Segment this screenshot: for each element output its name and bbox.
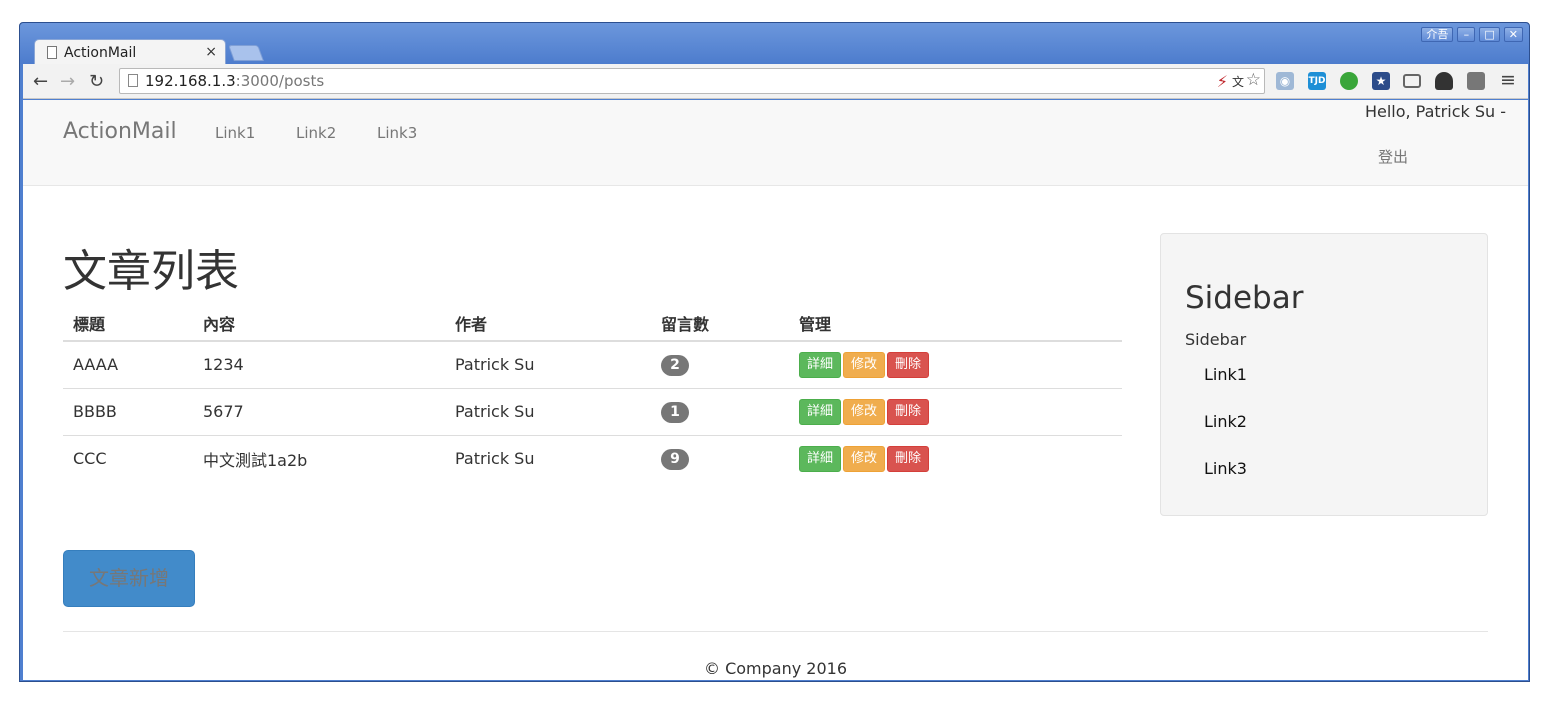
ime-indicator[interactable]: 介吾 <box>1421 27 1454 42</box>
minimize-button[interactable]: – <box>1457 27 1476 42</box>
column-header-content: 內容 <box>193 305 445 342</box>
browser-tab[interactable]: ActionMail × <box>34 39 226 65</box>
post-title: BBBB <box>63 388 193 436</box>
reload-icon[interactable]: ↻ <box>89 71 104 92</box>
post-title: AAAA <box>63 341 193 389</box>
edit-button[interactable]: 修改 <box>843 445 886 472</box>
detail-button[interactable]: 詳細 <box>799 398 842 425</box>
actions-cell: 詳細 修改 刪除 <box>789 388 1122 436</box>
evernote-icon[interactable] <box>1340 72 1358 90</box>
browser-window: ActionMail × 介吾 – □ ✕ ← → ↻ 192.168.1.3:… <box>19 22 1530 682</box>
delete-button[interactable]: 刪除 <box>887 445 930 472</box>
cast-icon[interactable] <box>1403 74 1421 88</box>
tab-title: ActionMail <box>64 45 137 61</box>
maximize-button[interactable]: □ <box>1479 27 1500 42</box>
extension-icon[interactable] <box>1467 72 1485 90</box>
logout-link[interactable]: 登出 <box>1378 146 1408 167</box>
sidebar-link-2[interactable]: Link2 <box>1204 412 1247 431</box>
translate-icon[interactable]: 文 <box>1232 73 1244 90</box>
post-title: CCC <box>73 449 107 469</box>
close-window-button[interactable]: ✕ <box>1503 27 1523 42</box>
detail-button[interactable]: 詳細 <box>799 445 842 472</box>
sidebar-panel: Sidebar Sidebar Link1 Link2 Link3 <box>1160 233 1488 516</box>
rails-icon[interactable]: ⚡ <box>1217 72 1228 91</box>
page-icon <box>47 46 57 59</box>
sidebar-link-1[interactable]: Link1 <box>1204 365 1247 384</box>
column-header-manage: 管理 <box>789 305 1122 342</box>
sidebar-subtitle: Sidebar <box>1185 330 1247 349</box>
table-row: AAAA 1234 Patrick Su 2 詳細 修改 刪除 <box>63 341 1122 389</box>
post-author: Patrick Su <box>455 449 535 469</box>
comment-count-badge: 9 <box>661 448 689 470</box>
actions-cell: 詳細 修改 刪除 <box>789 341 1122 389</box>
bookmark-star-icon[interactable]: ★ <box>1372 72 1390 90</box>
table-row: CCC 中文測試1a2b Patrick Su 9 詳細 修改 刪除 <box>63 435 1122 482</box>
close-tab-icon[interactable]: × <box>205 44 217 60</box>
title-bar: ActionMail × 介吾 – □ ✕ <box>20 23 1529 65</box>
forward-arrow-icon[interactable]: → <box>60 71 75 92</box>
tjd-extension-icon[interactable]: TJD <box>1308 72 1326 90</box>
footer-text: © Company 2016 <box>703 659 847 678</box>
url-host: 192.168.1.3 <box>145 72 236 90</box>
column-header-title: 標題 <box>63 305 193 342</box>
comment-count-badge: 2 <box>661 354 689 376</box>
window-controls: 介吾 – □ ✕ <box>1421 27 1523 42</box>
nav-link-3[interactable]: Link3 <box>377 124 417 142</box>
delete-button[interactable]: 刪除 <box>887 351 930 378</box>
url-text: 192.168.1.3:3000/posts <box>145 72 324 90</box>
sidebar-link-3[interactable]: Link3 <box>1204 459 1247 478</box>
greeting-text: Hello, Patrick Su - <box>1364 102 1506 121</box>
new-post-button[interactable]: 文章新增 <box>63 550 195 607</box>
new-tab-button[interactable] <box>228 45 264 61</box>
navbar: ActionMail Link1 Link2 Link3 Hello, Patr… <box>23 100 1528 186</box>
comments-cell: 9 <box>651 435 789 482</box>
url-path: :3000/posts <box>235 72 325 90</box>
table-header-row: 標題 內容 作者 留言數 管理 <box>63 305 1122 342</box>
edit-button[interactable]: 修改 <box>843 351 886 378</box>
posts-table: 標題 內容 作者 留言數 管理 AAAA 1234 Patrick Su 2 詳… <box>63 305 1122 482</box>
delete-button[interactable]: 刪除 <box>887 398 930 425</box>
sidebar-title: Sidebar <box>1185 280 1304 316</box>
page-viewport: ActionMail Link1 Link2 Link3 Hello, Patr… <box>23 100 1528 680</box>
comments-cell: 1 <box>651 388 789 436</box>
menu-icon[interactable]: ≡ <box>1500 69 1516 91</box>
column-header-author: 作者 <box>445 305 651 342</box>
column-header-comments: 留言數 <box>651 305 789 342</box>
star-icon[interactable]: ☆ <box>1246 70 1261 90</box>
edit-button[interactable]: 修改 <box>843 398 886 425</box>
nav-link-2[interactable]: Link2 <box>296 124 336 142</box>
table-row: BBBB 5677 Patrick Su 1 詳細 修改 刪除 <box>63 388 1122 436</box>
detail-button[interactable]: 詳細 <box>799 351 842 378</box>
comments-cell: 2 <box>651 341 789 389</box>
browser-toolbar: ← → ↻ 192.168.1.3:3000/posts ⚡ 文 ☆ ◉ TJD… <box>23 64 1528 99</box>
post-author: Patrick Su <box>445 388 651 436</box>
nav-link-1[interactable]: Link1 <box>215 124 255 142</box>
actions-cell: 詳細 修改 刪除 <box>789 435 1122 482</box>
post-content: 中文測試1a2b <box>203 450 308 470</box>
comment-count-badge: 1 <box>661 401 689 423</box>
brand-link[interactable]: ActionMail <box>63 119 177 144</box>
footer-divider <box>63 631 1488 632</box>
address-bar[interactable]: 192.168.1.3:3000/posts ⚡ 文 ☆ <box>119 68 1265 94</box>
back-arrow-icon[interactable]: ← <box>33 71 48 92</box>
post-content: 1234 <box>193 341 445 389</box>
post-author: Patrick Su <box>445 341 651 389</box>
camera-icon[interactable]: ◉ <box>1276 72 1294 90</box>
page-icon <box>128 74 138 87</box>
octocat-icon[interactable] <box>1435 72 1453 90</box>
post-content: 5677 <box>193 388 445 436</box>
page-title: 文章列表 <box>63 246 239 297</box>
